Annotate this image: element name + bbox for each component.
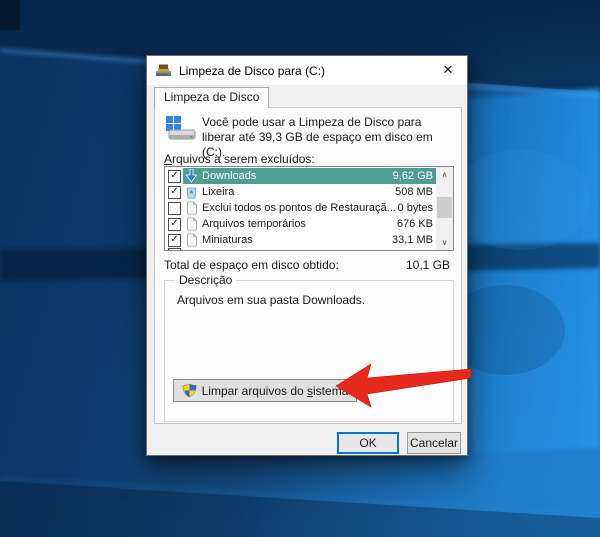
list-scrollbar[interactable]: ∧ ∨ xyxy=(436,167,453,250)
checkbox-arquivos-temporarios[interactable]: ✓ xyxy=(168,217,181,231)
checkbox-miniaturas[interactable]: ✓ xyxy=(168,233,181,247)
scroll-down-icon[interactable]: ∨ xyxy=(436,235,453,250)
item-size: 676 KB xyxy=(396,218,433,230)
total-space-label: Total de espaço em disco obtido: xyxy=(164,258,339,272)
description-legend: Descrição xyxy=(175,273,237,287)
title-bar: Limpeza de Disco para (C:) ✕ xyxy=(147,56,467,85)
item-size: 0 bytes xyxy=(397,202,433,214)
clean-system-files-button[interactable]: Limpar arquivos do sistema xyxy=(173,379,357,402)
ok-button[interactable]: OK xyxy=(337,432,399,454)
recycle-bin-icon xyxy=(186,187,197,199)
window-title: Limpeza de Disco para (C:) xyxy=(179,63,326,78)
desktop: Limpeza de Disco para (C:) ✕ Limpeza de … xyxy=(0,0,600,537)
files-listbox[interactable]: ✓ Downloads 9,62 GB ✓ Lixeira 508 MB Exc… xyxy=(164,166,454,251)
uac-shield-icon xyxy=(182,383,196,398)
checkbox-downloads[interactable]: ✓ xyxy=(168,169,181,183)
item-label: Miniaturas xyxy=(202,234,253,246)
item-label: Exclui todos os pontos de Restauraçã... xyxy=(202,202,396,214)
item-label: Lixeira xyxy=(202,186,235,198)
clean-system-files-label: Limpar arquivos do sistema xyxy=(201,383,349,398)
file-icon xyxy=(187,201,198,215)
checkbox-pontos-restauracao[interactable] xyxy=(168,201,181,215)
drive-icon xyxy=(166,116,196,140)
close-icon[interactable]: ✕ xyxy=(429,56,467,84)
item-label: Arquivos temporários xyxy=(202,218,306,230)
list-item-downloads[interactable]: ✓ Downloads 9,62 GB xyxy=(165,168,436,184)
scroll-up-icon[interactable]: ∧ xyxy=(436,167,453,182)
tab-limpeza-de-disco[interactable]: Limpeza de Disco xyxy=(154,87,270,108)
list-item-lixeira[interactable]: ✓ Lixeira 508 MB xyxy=(165,184,436,200)
description-text: Arquivos em sua pasta Downloads. xyxy=(177,293,366,307)
list-item-miniaturas[interactable]: ✓ Miniaturas 33,1 MB xyxy=(165,232,436,248)
files-to-delete-label: Arquivos a serem excluídos: xyxy=(164,152,315,166)
file-icon xyxy=(187,217,198,231)
tab-page: Você pode usar a Limpeza de Disco para l… xyxy=(154,107,462,424)
checkbox-lixeira[interactable]: ✓ xyxy=(168,185,181,199)
disk-cleanup-dialog: Limpeza de Disco para (C:) ✕ Limpeza de … xyxy=(146,55,468,456)
list-item-arquivos-temporarios[interactable]: ✓ Arquivos temporários 676 KB xyxy=(165,216,436,232)
scroll-thumb[interactable] xyxy=(437,197,452,218)
total-space-value: 10,1 GB xyxy=(405,258,450,272)
item-size: 9,62 GB xyxy=(392,170,433,182)
description-groupbox: Descrição Arquivos em sua pasta Download… xyxy=(164,273,454,422)
download-arrow-icon xyxy=(185,169,198,183)
file-icon xyxy=(187,233,198,247)
list-item-partial xyxy=(165,248,436,250)
item-size: 508 MB xyxy=(395,186,433,198)
list-item-pontos-restauracao[interactable]: Exclui todos os pontos de Restauraçã... … xyxy=(165,200,436,216)
disk-cleanup-icon xyxy=(156,64,171,76)
files-rows: ✓ Downloads 9,62 GB ✓ Lixeira 508 MB Exc… xyxy=(165,168,436,250)
checkbox-partial xyxy=(168,248,181,250)
item-label: Downloads xyxy=(202,170,257,182)
item-size: 33,1 MB xyxy=(392,234,433,246)
cancel-button[interactable]: Cancelar xyxy=(407,432,461,454)
